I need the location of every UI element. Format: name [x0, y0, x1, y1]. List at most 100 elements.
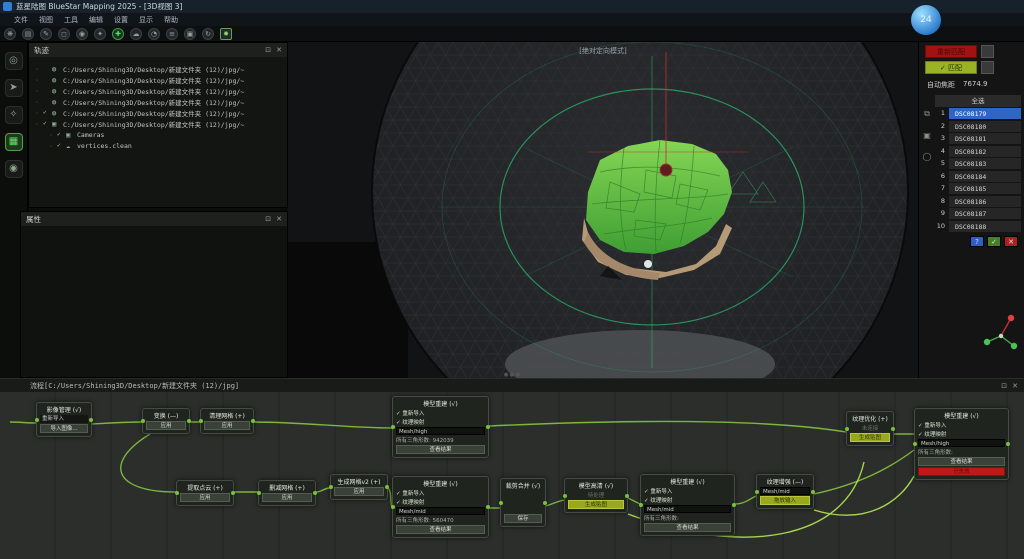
- node-btn-yellow[interactable]: 拖放输入: [760, 496, 810, 505]
- node-btn-yellow[interactable]: 生成贴图: [568, 500, 624, 509]
- menu-item-显示[interactable]: 显示: [139, 15, 153, 25]
- menu-item-帮助[interactable]: 帮助: [164, 15, 178, 25]
- node-port-left[interactable]: [199, 419, 203, 423]
- open-project-icon[interactable]: ▤: [22, 28, 34, 40]
- graph-node-n10[interactable]: 模型重建 (√)✓ 重新导入✓ 纹理映射Mesh/mid所有三角形数: 5604…: [392, 476, 489, 538]
- close-panel-icon[interactable]: ✕: [276, 215, 282, 223]
- title-bar[interactable]: 蓝星陆图 BlueStar Mapping 2025 - [3D视图 3]: [0, 0, 1024, 13]
- copy-icon[interactable]: ▣: [184, 28, 196, 40]
- close-panel-icon[interactable]: ✕: [276, 46, 282, 54]
- tree-item[interactable]: ·◍C:/Users/Shining3D/Desktop/新建文件夹 (12)/…: [35, 96, 285, 107]
- node-port-right[interactable]: [486, 505, 490, 509]
- image-name[interactable]: DSC08187: [949, 208, 1021, 219]
- graph-node-n9[interactable]: 生成网格v2 (+)应用: [330, 474, 388, 500]
- node-port-right[interactable]: [732, 503, 736, 507]
- node-check[interactable]: ✓ 重新导入: [396, 489, 485, 497]
- node-btn[interactable]: 查看结果: [918, 457, 1005, 466]
- node-port-right[interactable]: [811, 490, 815, 494]
- layers-icon[interactable]: ⧉: [924, 109, 930, 119]
- tree-checkmark[interactable]: ✓: [43, 109, 49, 116]
- settings-icon[interactable]: ❋: [4, 28, 16, 40]
- node-btn[interactable]: 应用: [146, 421, 186, 430]
- mask-icon[interactable]: ◯: [923, 152, 932, 161]
- node-port-right[interactable]: [89, 418, 93, 422]
- node-port-left[interactable]: [845, 427, 849, 431]
- web-icon[interactable]: ◉: [76, 28, 88, 40]
- node-port-left[interactable]: [391, 505, 395, 509]
- node-btn[interactable]: 应用: [334, 487, 384, 496]
- node-btn[interactable]: 导入图像...: [40, 424, 88, 433]
- help-button[interactable]: ?: [970, 236, 984, 247]
- node-btn[interactable]: 查看结果: [644, 523, 731, 532]
- node-port-left[interactable]: [257, 491, 261, 495]
- node-port-left[interactable]: [755, 490, 759, 494]
- grid-icon[interactable]: ▦: [5, 133, 23, 151]
- node-port-left[interactable]: [141, 419, 145, 423]
- select-all-header[interactable]: 全选: [935, 95, 1021, 107]
- image-row[interactable]: 4DSC08182: [935, 145, 1021, 158]
- node-port-left[interactable]: [913, 442, 917, 446]
- tree-item[interactable]: ·◍C:/Users/Shining3D/Desktop/新建文件夹 (12)/…: [35, 63, 285, 74]
- node-check[interactable]: ✓ 纹理映射: [396, 498, 485, 506]
- tree-item[interactable]: ·✓▣Cameras: [35, 129, 285, 140]
- image-name[interactable]: DSC08183: [949, 158, 1021, 169]
- image-row[interactable]: 9DSC08187: [935, 207, 1021, 220]
- graph-node-n2[interactable]: 变换 (—)应用: [142, 408, 190, 434]
- apply-settings-button[interactable]: [981, 61, 994, 74]
- tree-item[interactable]: ·✓▣C:/Users/Shining3D/Desktop/新建文件夹 (12)…: [35, 118, 285, 129]
- select-icon[interactable]: ➤: [5, 79, 23, 97]
- menu-item-设置[interactable]: 设置: [114, 15, 128, 25]
- image-row[interactable]: 1DSC08179: [935, 107, 1021, 120]
- node-port-left[interactable]: [175, 491, 179, 495]
- graph-node-n5[interactable]: 纹理优化 (+)未连接生成贴图: [846, 411, 894, 446]
- graph-node-n6[interactable]: 模型重建 (√)✓ 重新导入✓ 纹理映射Mesh/high所有三角形数:查看结果…: [914, 408, 1009, 480]
- apply-button[interactable]: ✓ 匹配: [925, 61, 977, 74]
- menu-item-视图[interactable]: 视图: [39, 15, 53, 25]
- node-port-left[interactable]: [499, 501, 503, 505]
- node-port-right[interactable]: [385, 485, 389, 489]
- node-btn[interactable]: 查看结果: [396, 525, 485, 534]
- link-icon[interactable]: ✧: [5, 106, 23, 124]
- image-row[interactable]: 6DSC08184: [935, 170, 1021, 183]
- node-port-right[interactable]: [251, 419, 255, 423]
- node-port-left[interactable]: [329, 485, 333, 489]
- cancel-button[interactable]: ✕: [1004, 236, 1018, 247]
- image-row[interactable]: 2DSC08180: [935, 120, 1021, 133]
- orbit-icon[interactable]: ◉: [5, 160, 23, 178]
- node-port-right[interactable]: [313, 491, 317, 495]
- image-name[interactable]: DSC08184: [949, 171, 1021, 182]
- image-row[interactable]: 7DSC08185: [935, 182, 1021, 195]
- image-name[interactable]: DSC08179: [949, 108, 1021, 119]
- graph-node-n7[interactable]: 提取点云 (+)应用: [176, 480, 234, 506]
- image-name[interactable]: DSC08186: [949, 196, 1021, 207]
- graph-node-n12[interactable]: 模型高清 (√)待处理生成贴图: [564, 478, 628, 513]
- float-panel-icon[interactable]: ⊡: [265, 46, 271, 54]
- menu-item-文件[interactable]: 文件: [14, 15, 28, 25]
- graph-node-n8[interactable]: 删减网格 (+)应用: [258, 480, 316, 506]
- align-icon[interactable]: ✚: [112, 28, 124, 40]
- zoom-icon[interactable]: ◎: [5, 52, 23, 70]
- list-icon[interactable]: ≡: [166, 28, 178, 40]
- tree-item[interactable]: ·◍C:/Users/Shining3D/Desktop/新建文件夹 (12)/…: [35, 85, 285, 96]
- tree-item[interactable]: ·◍C:/Users/Shining3D/Desktop/新建文件夹 (12)/…: [35, 74, 285, 85]
- node-check[interactable]: ✓ 纹理映射: [644, 496, 731, 504]
- node-port-left[interactable]: [563, 494, 567, 498]
- node-port-right[interactable]: [625, 494, 629, 498]
- confirm-button[interactable]: ✓: [987, 236, 1001, 247]
- tree-checkmark[interactable]: ✓: [57, 131, 63, 138]
- image-name[interactable]: DSC08188: [949, 221, 1021, 232]
- node-port-right[interactable]: [891, 427, 895, 431]
- stop-button[interactable]: 重新匹配: [925, 45, 977, 58]
- chart-icon[interactable]: ◔: [148, 28, 160, 40]
- graph-node-n1[interactable]: 影像管理 (√)重新导入导入图像...: [36, 402, 92, 437]
- node-port-right[interactable]: [1006, 442, 1010, 446]
- image-row[interactable]: 10DSC08188: [935, 220, 1021, 233]
- graph-node-n4[interactable]: 模型重建 (√)✓ 重新导入✓ 纹理映射Mesh/high所有三角形数: 942…: [392, 396, 489, 458]
- node-check[interactable]: ✓ 重新导入: [396, 409, 485, 417]
- float-panel-icon[interactable]: ⊡: [265, 215, 271, 223]
- graph-node-n14[interactable]: 模型重建 (√)✓ 重新导入✓ 纹理映射Mesh/mid所有三角形数:查看结果: [640, 474, 735, 536]
- image-name[interactable]: DSC08185: [949, 183, 1021, 194]
- axis-gizmo[interactable]: [981, 310, 1021, 354]
- close-panel-icon[interactable]: ✕: [1012, 382, 1018, 390]
- image-name[interactable]: DSC08180: [949, 121, 1021, 132]
